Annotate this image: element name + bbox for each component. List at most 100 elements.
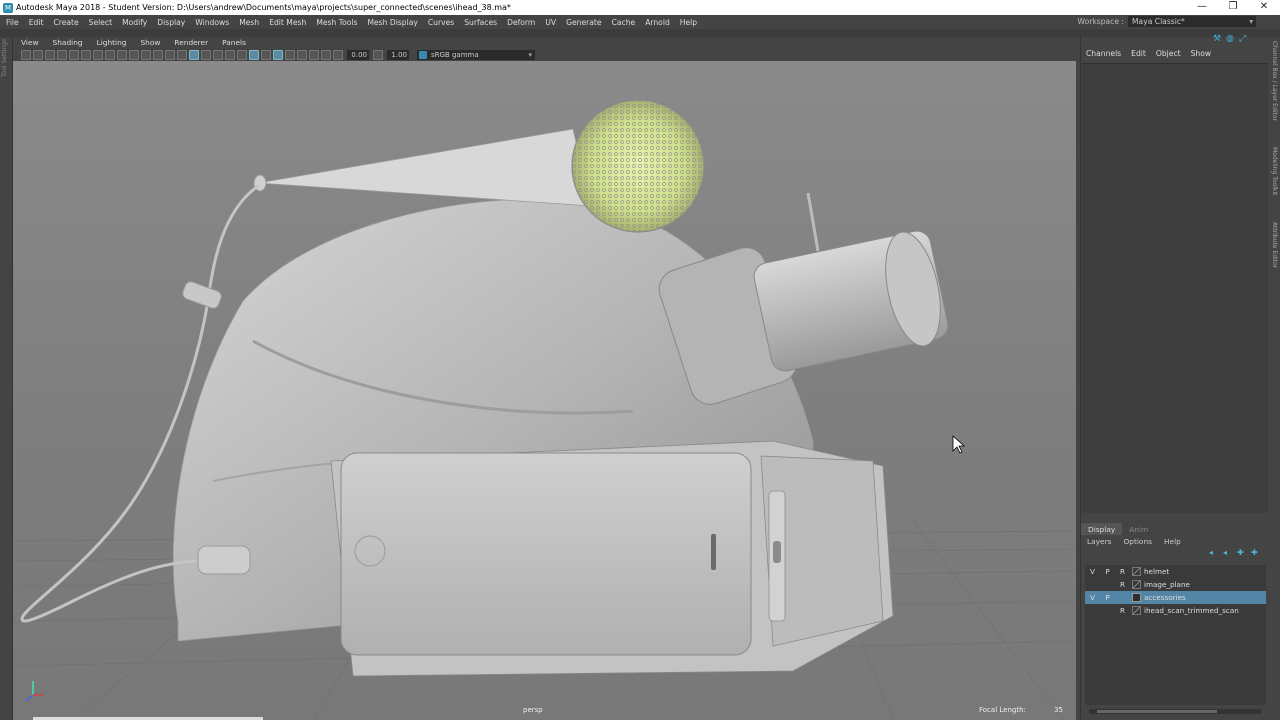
xray-joints-icon[interactable] xyxy=(273,49,283,60)
vp-menu-panels[interactable]: Panels xyxy=(214,38,252,47)
field-chart-icon[interactable] xyxy=(141,49,151,60)
textured-icon[interactable] xyxy=(213,49,223,60)
layer-color-swatch[interactable] xyxy=(1132,606,1141,615)
scrollbar-thumb[interactable] xyxy=(1097,710,1217,713)
toggle-channel-box-icon[interactable]: ⚒ xyxy=(1213,35,1222,44)
wireframe-on-shaded-icon[interactable] xyxy=(201,49,211,60)
layer-color-swatch[interactable] xyxy=(1132,593,1141,602)
workspace-selector: Workspace : Maya Classic* xyxy=(1078,16,1256,27)
2d-pan-zoom-icon[interactable] xyxy=(69,49,79,60)
grid-icon[interactable] xyxy=(93,49,103,60)
menu-mesh-tools[interactable]: Mesh Tools xyxy=(310,18,361,27)
tab-modeling-toolkit[interactable]: Modeling Toolkit xyxy=(1271,147,1278,195)
layer-playback-toggle[interactable]: P xyxy=(1100,567,1115,576)
tab-display[interactable]: Display xyxy=(1081,523,1123,535)
layer-row[interactable]: R ihead_scan_trimmed_scan xyxy=(1085,604,1266,617)
use-all-lights-icon[interactable] xyxy=(225,49,235,60)
gamma-icon[interactable] xyxy=(373,49,383,60)
menu-mesh-display[interactable]: Mesh Display xyxy=(361,18,421,27)
menu-surfaces[interactable]: Surfaces xyxy=(458,18,501,27)
cb-menu-object[interactable]: Object xyxy=(1151,49,1186,61)
close-icon[interactable]: ✕ xyxy=(1249,0,1279,15)
layer-row[interactable]: R image_plane xyxy=(1085,578,1266,591)
vp-menu-shading[interactable]: Shading xyxy=(45,38,89,47)
xray-icon[interactable] xyxy=(261,49,271,60)
grease-pencil-icon[interactable] xyxy=(81,49,91,60)
le-menu-options[interactable]: Options xyxy=(1117,537,1158,546)
perspective-viewport[interactable]: persp Focal Length: 35 xyxy=(13,61,1076,720)
menu-edit-mesh[interactable]: Edit Mesh xyxy=(263,18,310,27)
smooth-shade-icon[interactable] xyxy=(189,49,199,60)
motion-blur-icon[interactable] xyxy=(297,49,307,60)
tab-channel-box-layer-editor[interactable]: Channel Box / Layer Editor xyxy=(1271,41,1278,121)
film-gate-icon[interactable] xyxy=(105,49,115,60)
workspace-dropdown[interactable]: Maya Classic* xyxy=(1128,16,1256,27)
ambient-occlusion-icon[interactable] xyxy=(285,49,295,60)
restore-icon[interactable]: ❐ xyxy=(1218,0,1248,15)
new-empty-layer-icon[interactable]: ✚ xyxy=(1237,549,1247,557)
select-camera-icon[interactable] xyxy=(21,49,31,60)
tab-attribute-editor[interactable]: Attribute Editor xyxy=(1271,222,1278,268)
layer-visibility-toggle[interactable]: V xyxy=(1085,593,1100,602)
shadows-icon[interactable] xyxy=(237,49,247,60)
move-layer-down-icon[interactable]: ◂ xyxy=(1223,549,1233,557)
layer-row[interactable]: V P R helmet xyxy=(1085,565,1266,578)
toggle-modeling-toolkit-icon[interactable]: ◍ xyxy=(1226,35,1235,44)
menu-cache[interactable]: Cache xyxy=(606,18,640,27)
new-layer-from-selection-icon[interactable]: ✚ xyxy=(1251,549,1261,557)
layer-color-swatch[interactable] xyxy=(1132,567,1141,576)
cb-menu-channels[interactable]: Channels xyxy=(1081,49,1126,61)
camera-attributes-icon[interactable] xyxy=(33,49,43,60)
safe-title-icon[interactable] xyxy=(165,49,175,60)
wireframe-icon[interactable] xyxy=(177,49,187,60)
color-management-dropdown[interactable]: sRGB gamma xyxy=(417,49,535,60)
cb-menu-show[interactable]: Show xyxy=(1186,49,1217,61)
minimize-icon[interactable]: — xyxy=(1187,0,1217,15)
depth-of-field-icon[interactable] xyxy=(321,49,331,60)
layer-reference-toggle[interactable]: R xyxy=(1115,580,1130,589)
menu-modify[interactable]: Modify xyxy=(116,18,151,27)
vp-menu-renderer[interactable]: Renderer xyxy=(166,38,214,47)
move-layer-up-icon[interactable]: ◂ xyxy=(1209,549,1219,557)
vp-menu-view[interactable]: View xyxy=(13,38,45,47)
layer-color-swatch[interactable] xyxy=(1132,580,1141,589)
layer-visibility-toggle[interactable]: V xyxy=(1085,567,1100,576)
tool-settings-tab[interactable]: Tool Settings xyxy=(1,39,8,77)
vp-menu-show[interactable]: Show xyxy=(132,38,166,47)
safe-action-icon[interactable] xyxy=(153,49,163,60)
menu-deform[interactable]: Deform xyxy=(501,18,539,27)
layer-name: accessories xyxy=(1144,593,1186,602)
toggle-attribute-editor-icon[interactable]: ⤢ xyxy=(1239,35,1248,44)
exposure-icon[interactable] xyxy=(333,49,343,60)
menu-arnold[interactable]: Arnold xyxy=(639,18,674,27)
menu-curves[interactable]: Curves xyxy=(422,18,458,27)
layer-editor-scrollbar[interactable] xyxy=(1089,709,1261,714)
tab-anim[interactable]: Anim xyxy=(1122,523,1155,535)
menu-select[interactable]: Select xyxy=(83,18,116,27)
layer-reference-toggle[interactable]: R xyxy=(1115,567,1130,576)
menu-generate[interactable]: Generate xyxy=(560,18,605,27)
layer-reference-toggle[interactable]: R xyxy=(1115,606,1130,615)
cb-menu-edit[interactable]: Edit xyxy=(1126,49,1151,61)
bookmark-icon[interactable] xyxy=(45,49,55,60)
anti-aliasing-icon[interactable] xyxy=(309,49,319,60)
menu-help[interactable]: Help xyxy=(674,18,701,27)
exposure-field[interactable]: 0.00 xyxy=(347,49,369,60)
menu-display[interactable]: Display xyxy=(151,18,189,27)
menu-mesh[interactable]: Mesh xyxy=(233,18,263,27)
menu-windows[interactable]: Windows xyxy=(189,18,233,27)
menu-uv[interactable]: UV xyxy=(539,18,560,27)
layer-playback-toggle[interactable]: P xyxy=(1100,593,1115,602)
layer-row-selected[interactable]: V P accessories xyxy=(1085,591,1266,604)
gamma-field[interactable]: 1.00 xyxy=(387,49,409,60)
le-menu-layers[interactable]: Layers xyxy=(1081,537,1117,546)
vp-menu-lighting[interactable]: Lighting xyxy=(89,38,133,47)
isolate-select-icon[interactable] xyxy=(249,49,259,60)
menu-file[interactable]: File xyxy=(0,18,23,27)
le-menu-help[interactable]: Help xyxy=(1158,537,1187,546)
menu-create[interactable]: Create xyxy=(47,18,82,27)
image-plane-icon[interactable] xyxy=(57,49,67,60)
menu-edit[interactable]: Edit xyxy=(23,18,48,27)
resolution-gate-icon[interactable] xyxy=(117,49,127,60)
gate-mask-icon[interactable] xyxy=(129,49,139,60)
